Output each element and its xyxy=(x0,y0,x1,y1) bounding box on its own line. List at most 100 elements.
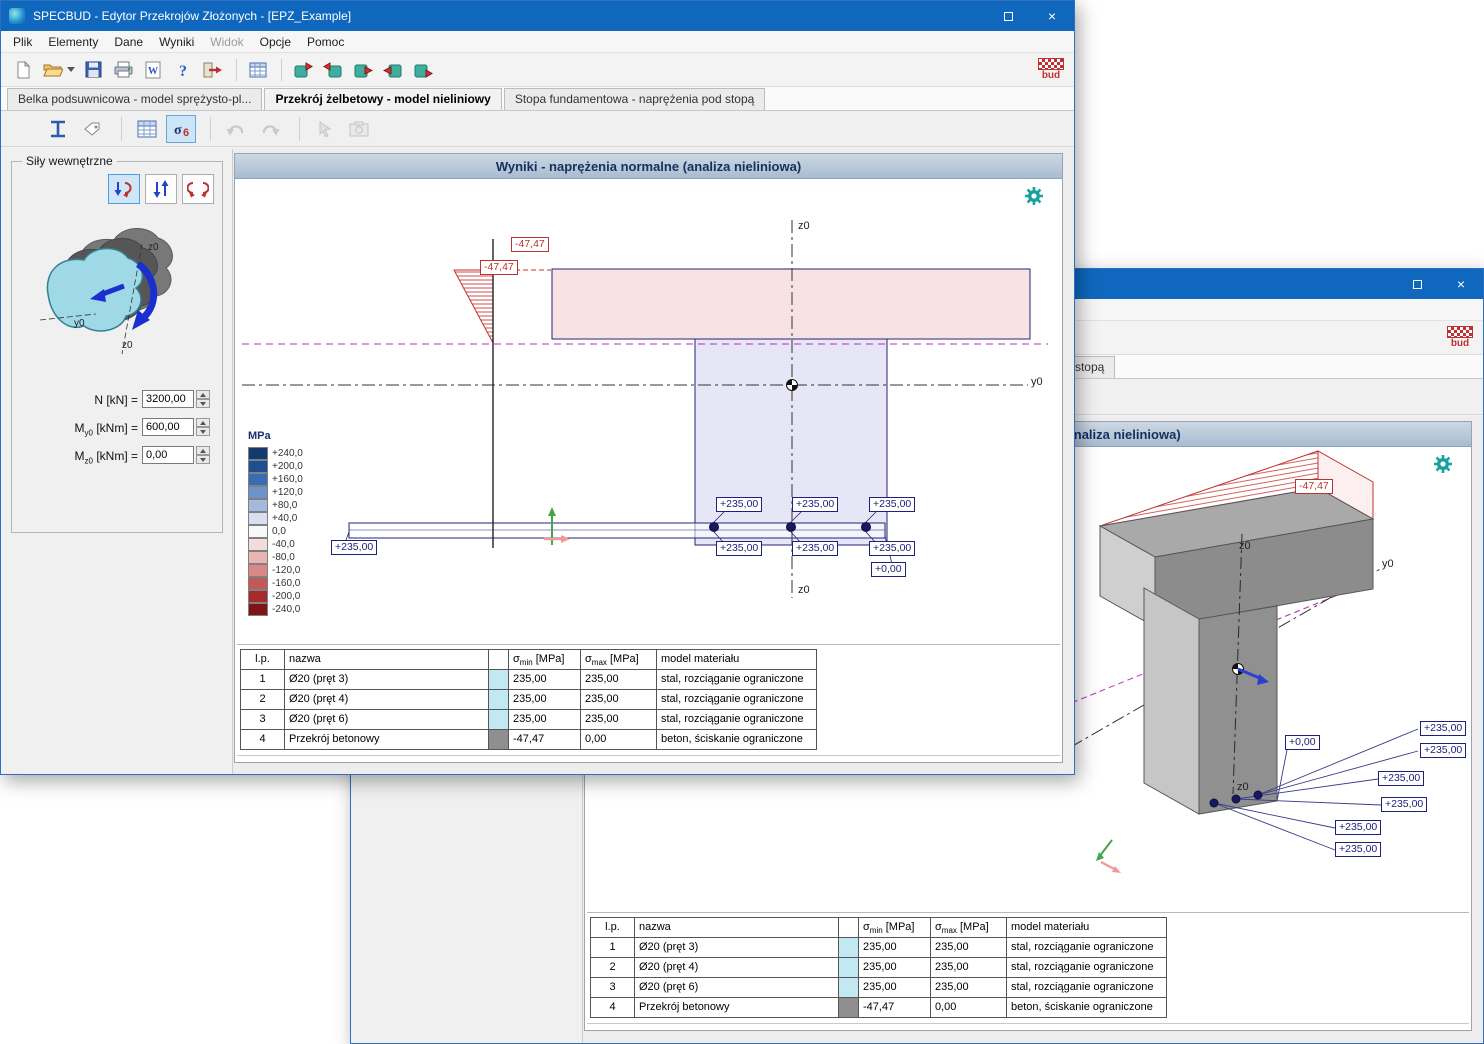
results-header: Wyniki - naprężenia normalne (analiza ni… xyxy=(235,154,1062,179)
row-lp[interactable]: 3 xyxy=(241,710,285,730)
row-swatch xyxy=(839,998,859,1018)
label-tag-icon[interactable] xyxy=(77,115,107,143)
open-file-icon[interactable] xyxy=(39,57,67,83)
tab-bar: Belka podsuwnicowa - model sprężysto-pl.… xyxy=(1,87,1074,111)
scale-swatch xyxy=(248,590,268,603)
menu-plik[interactable]: Plik xyxy=(5,33,40,51)
tab-stopa-fundamentowa[interactable]: Stopa fundamentowa - naprężenia pod stop… xyxy=(504,88,766,110)
col-header-smax: σmax [MPa] xyxy=(581,650,657,670)
element-arrow-icon-3[interactable] xyxy=(349,57,377,83)
row-lp[interactable]: 4 xyxy=(591,998,635,1018)
spin-up-button[interactable] xyxy=(196,446,210,455)
scale-swatch xyxy=(248,525,268,538)
new-file-icon[interactable] xyxy=(9,57,37,83)
row-name[interactable]: Ø20 (pręt 3) xyxy=(635,938,839,958)
n-force-label: N [kN] = xyxy=(18,393,138,409)
menu-wyniki[interactable]: Wyniki xyxy=(151,33,202,51)
row-name[interactable]: Ø20 (pręt 6) xyxy=(635,978,839,998)
stress-3d-drawing xyxy=(1042,448,1473,888)
spin-down-button[interactable] xyxy=(196,455,210,464)
mz0-moment-label: Mz0 [kNm] = xyxy=(18,449,138,465)
element-arrow-icon-4[interactable] xyxy=(379,57,407,83)
col-header-swatch xyxy=(839,918,859,938)
menu-dane[interactable]: Dane xyxy=(106,33,151,51)
row-lp[interactable]: 1 xyxy=(591,938,635,958)
scale-swatch xyxy=(248,447,268,460)
svg-text:?: ? xyxy=(179,63,187,79)
stress-label-zero: +0,00 xyxy=(1285,735,1320,750)
tab-przekroj-zelbetowy[interactable]: Przekrój żelbetowy - model nieliniowy xyxy=(264,88,501,110)
results-table: l.p. nazwa σmin [MPa] σmax [MPa] model m… xyxy=(590,917,1167,1018)
separator xyxy=(587,912,1469,913)
report-icon[interactable]: W xyxy=(139,57,167,83)
redo-icon[interactable] xyxy=(255,115,285,143)
z0-axis-label: z0 xyxy=(798,220,810,232)
stress-label-zero: +0,00 xyxy=(871,562,906,577)
row-lp[interactable]: 2 xyxy=(241,690,285,710)
row-lp[interactable]: 1 xyxy=(241,670,285,690)
z0-axis-label-bottom: z0 xyxy=(1237,781,1249,793)
open-dropdown-icon[interactable] xyxy=(67,67,75,72)
row-name[interactable]: Ø20 (pręt 6) xyxy=(285,710,489,730)
menu-elementy[interactable]: Elementy xyxy=(40,33,106,51)
grid-icon[interactable] xyxy=(244,57,272,83)
row-name[interactable]: Ø20 (pręt 4) xyxy=(285,690,489,710)
menu-opcje[interactable]: Opcje xyxy=(252,33,299,51)
save-icon[interactable] xyxy=(79,57,107,83)
row-name[interactable]: Ø20 (pręt 4) xyxy=(635,958,839,978)
pointer-icon[interactable] xyxy=(310,115,340,143)
spin-down-button[interactable] xyxy=(196,399,210,408)
results-table: l.p. nazwa σmin [MPa] σmax [MPa] model m… xyxy=(240,649,817,750)
spin-up-button[interactable] xyxy=(196,418,210,427)
row-smax: 235,00 xyxy=(581,670,657,690)
element-arrow-icon-1[interactable] xyxy=(289,57,317,83)
col-header-smin: σmin [MPa] xyxy=(859,918,931,938)
row-swatch xyxy=(489,730,509,750)
col-header-name: nazwa xyxy=(635,918,839,938)
section-view-icon[interactable] xyxy=(43,115,73,143)
row-swatch xyxy=(839,958,859,978)
row-name[interactable]: Ø20 (pręt 3) xyxy=(285,670,489,690)
close-button[interactable]: × xyxy=(1030,1,1074,31)
report-table-icon[interactable] xyxy=(132,115,162,143)
exit-icon[interactable] xyxy=(199,57,227,83)
close-button[interactable]: × xyxy=(1439,269,1483,299)
maximize-button[interactable] xyxy=(1395,269,1439,299)
force-mode-m-button[interactable] xyxy=(182,174,214,204)
element-arrow-icon-5[interactable] xyxy=(409,57,437,83)
n-force-input[interactable] xyxy=(142,390,194,408)
menu-pomoc[interactable]: Pomoc xyxy=(299,33,352,51)
row-lp[interactable]: 3 xyxy=(591,978,635,998)
mz0-moment-field-row: Mz0 [kNm] = xyxy=(12,446,222,466)
col-header-model: model materiału xyxy=(657,650,817,670)
row-smin: -47,47 xyxy=(859,998,931,1018)
rebar-stress-label: +235,00 xyxy=(869,541,915,556)
my0-moment-input[interactable] xyxy=(142,418,194,436)
spin-up-button[interactable] xyxy=(196,390,210,399)
force-mode-n-button[interactable] xyxy=(145,174,177,204)
row-lp[interactable]: 2 xyxy=(591,958,635,978)
spin-down-button[interactable] xyxy=(196,427,210,436)
maximize-button[interactable] xyxy=(986,1,1030,31)
print-icon[interactable] xyxy=(109,57,137,83)
force-mode-nm-button[interactable] xyxy=(108,174,140,204)
mz0-moment-input[interactable] xyxy=(142,446,194,464)
row-smin: 235,00 xyxy=(859,958,931,978)
desktop: SPECBUD - Edytor Przekrojów Złożonych - … xyxy=(0,0,1484,1044)
row-lp[interactable]: 4 xyxy=(241,730,285,750)
row-smin: 235,00 xyxy=(509,670,581,690)
snapshot-icon[interactable] xyxy=(344,115,374,143)
element-arrow-icon-2[interactable] xyxy=(319,57,347,83)
menu-widok[interactable]: Widok xyxy=(202,33,251,51)
help-icon[interactable]: ? xyxy=(169,57,197,83)
row-name[interactable]: Przekrój betonowy xyxy=(635,998,839,1018)
row-name[interactable]: Przekrój betonowy xyxy=(285,730,489,750)
menu-bar: Plik Elementy Dane Wyniki Widok Opcje Po… xyxy=(1,31,1074,53)
row-smax: 235,00 xyxy=(931,938,1007,958)
undo-icon[interactable] xyxy=(221,115,251,143)
sigma-results-icon[interactable]: σ6 xyxy=(166,115,196,143)
row-smax: 235,00 xyxy=(931,978,1007,998)
scale-swatch xyxy=(248,460,268,473)
svg-text:6: 6 xyxy=(183,127,189,139)
tab-belka-podsuwnicowa[interactable]: Belka podsuwnicowa - model sprężysto-pl.… xyxy=(7,88,262,110)
